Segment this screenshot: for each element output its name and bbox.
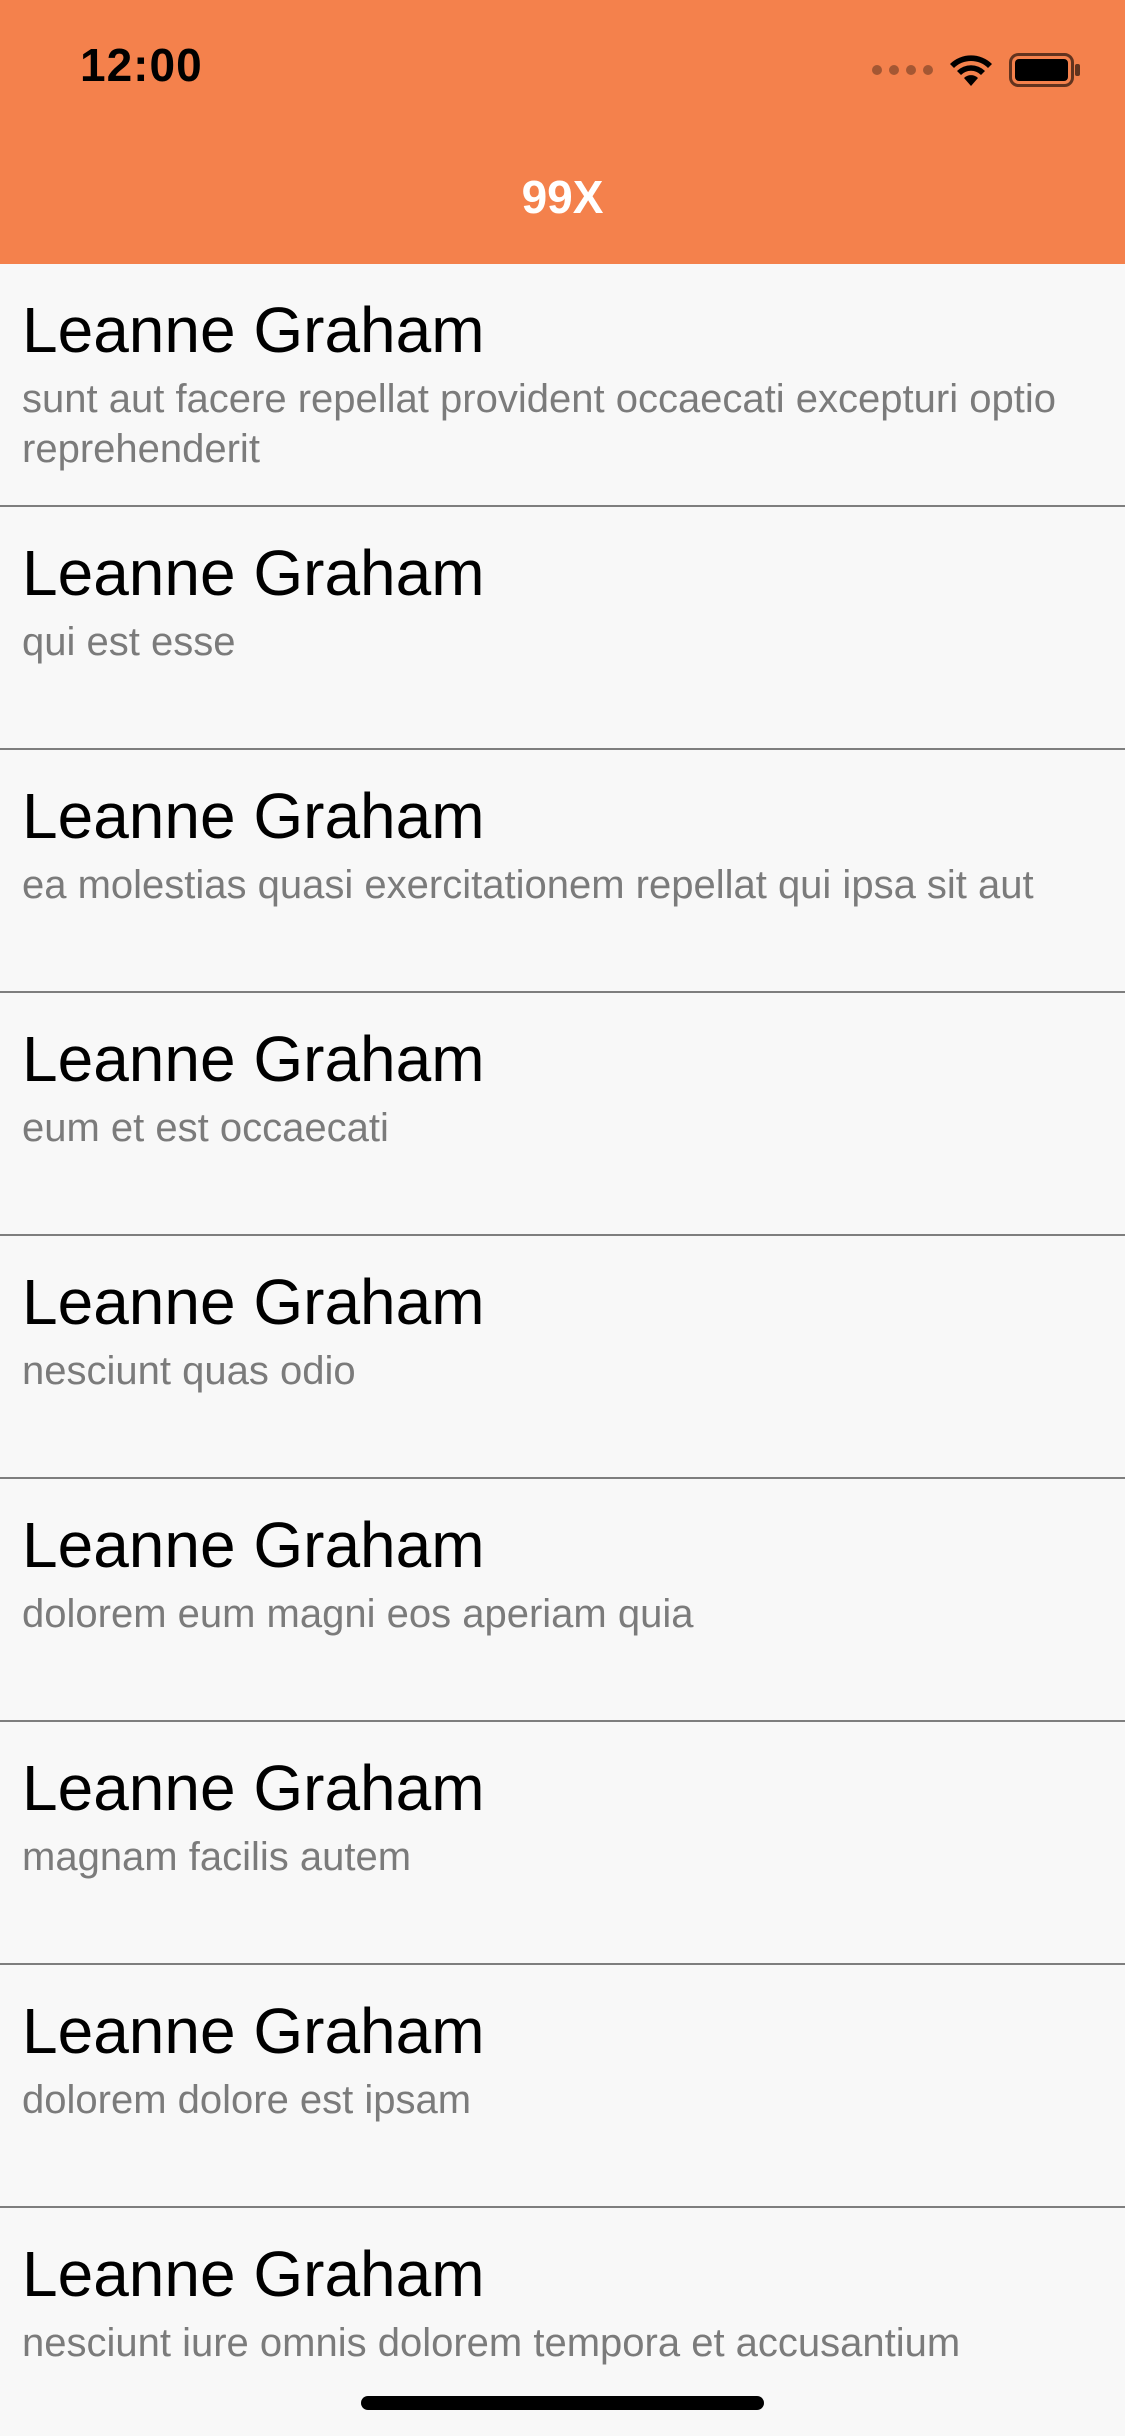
list-item[interactable]: Leanne Graham qui est esse (0, 507, 1125, 750)
list-item-subtitle: dolorem eum magni eos aperiam quia (22, 1592, 694, 1636)
cellular-signal-icon (872, 65, 933, 75)
list-item-subtitle: dolorem dolore est ipsam (22, 2078, 472, 2122)
list-item[interactable]: Leanne Graham ea molestias quasi exercit… (0, 750, 1125, 993)
list-item-subtitle: sunt aut facere repellat provident occae… (22, 377, 1056, 471)
post-list: Leanne Graham sunt aut facere repellat p… (0, 264, 1125, 2436)
list-item[interactable]: Leanne Graham eum et est occaecati (0, 993, 1125, 1236)
list-item-title: Leanne Graham (22, 1995, 485, 2067)
list-item-subtitle: magnam facilis autem (22, 1835, 412, 1879)
list-item-title: Leanne Graham (22, 1752, 485, 1824)
list-item[interactable]: Leanne Graham dolorem eum magni eos aper… (0, 1479, 1125, 1722)
list-item[interactable]: Leanne Graham nesciunt quas odio (0, 1236, 1125, 1479)
wifi-icon (950, 55, 992, 86)
app-header: 12:00 99X (0, 0, 1125, 264)
list-item-subtitle: ea molestias quasi exercitationem repell… (22, 863, 1034, 907)
list-item-title: Leanne Graham (22, 1509, 485, 1581)
home-indicator[interactable] (361, 2396, 764, 2410)
status-bar-time: 12:00 (80, 39, 203, 91)
list-item[interactable]: Leanne Graham sunt aut facere repellat p… (0, 264, 1125, 507)
page-title: 99X (521, 171, 604, 223)
battery-icon (1009, 53, 1080, 87)
list-item[interactable]: Leanne Graham magnam facilis autem (0, 1722, 1125, 1965)
list-item-subtitle: nesciunt iure omnis dolorem tempora et a… (22, 2321, 961, 2365)
list-item-title: Leanne Graham (22, 1023, 485, 1095)
list-item-subtitle: eum et est occaecati (22, 1106, 389, 1150)
list-item-title: Leanne Graham (22, 2238, 485, 2310)
app-screen: 12:00 99X Leanne Graham sunt aut facere … (0, 0, 1125, 2436)
status-bar-icons (872, 48, 1081, 92)
list-item-title: Leanne Graham (22, 537, 485, 609)
list-item[interactable]: Leanne Graham dolorem dolore est ipsam (0, 1965, 1125, 2208)
list-item-title: Leanne Graham (22, 294, 485, 366)
list-item-subtitle: nesciunt quas odio (22, 1349, 356, 1393)
list-item-title: Leanne Graham (22, 780, 485, 852)
list-item-subtitle: qui est esse (22, 620, 236, 664)
list-item-title: Leanne Graham (22, 1266, 485, 1338)
